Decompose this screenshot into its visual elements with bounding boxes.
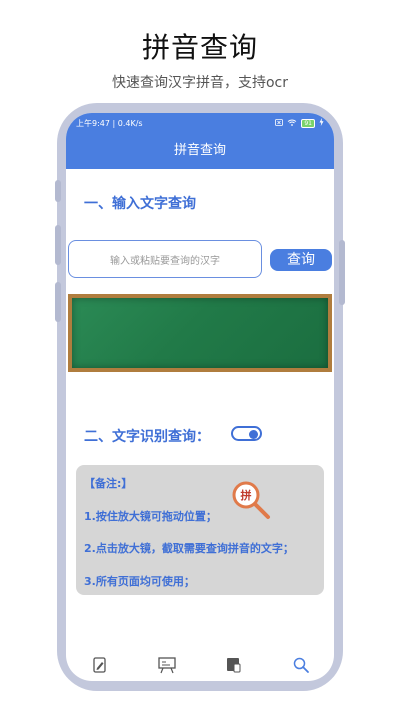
chalkboard-surface <box>72 298 328 368</box>
app-screen: 上午9:47 | 0.4K/s 91 拼音查询 一、输入文字查询 输入或粘贴要查… <box>66 113 334 681</box>
query-button[interactable]: 查询 <box>270 249 332 271</box>
promo-subtitle: 快速查询汉字拼音，支持ocr <box>111 75 289 91</box>
note-item: 3.所有页面均可使用； <box>84 575 195 588</box>
status-time-speed: 上午9:47 | 0.4K/s <box>76 118 143 128</box>
sim-icon <box>275 118 284 128</box>
magnifier-icon[interactable]: 拼 <box>230 479 274 523</box>
magnifier-text: 拼 <box>241 488 252 502</box>
charging-icon <box>319 118 324 128</box>
phone-side-button <box>55 282 61 322</box>
phone-side-button <box>339 240 345 305</box>
note-item: 1.按住放大镜可拖动位置； <box>84 510 217 523</box>
notes-heading: 【备注:】 <box>84 477 133 490</box>
note-item: 2.点击放大镜，截取需要查询拼音的文字； <box>84 542 294 555</box>
phone-side-button <box>55 180 61 202</box>
promo-title: 拼音查询 <box>141 31 258 64</box>
wifi-icon <box>287 119 297 128</box>
book-icon[interactable] <box>223 654 245 676</box>
board-icon[interactable] <box>156 654 178 676</box>
hanzi-input[interactable]: 输入或粘贴要查询的汉字 <box>68 240 262 278</box>
result-chalkboard <box>68 294 332 372</box>
phone-side-button <box>55 225 61 265</box>
toggle-knob <box>249 429 258 439</box>
page-title: 拼音查询 <box>66 133 334 169</box>
battery-icon: 91 <box>301 118 315 128</box>
hanzi-input-placeholder: 输入或粘贴要查询的汉字 <box>110 255 220 267</box>
status-bar: 上午9:47 | 0.4K/s 91 <box>66 113 334 133</box>
search-icon[interactable] <box>290 654 312 676</box>
notes-panel: 【备注:】 1.按住放大镜可拖动位置； 2.点击放大镜，截取需要查询拼音的文字；… <box>76 465 324 595</box>
ocr-toggle[interactable] <box>231 426 262 441</box>
section-ocr-query-label: 二、文字识别查询： <box>84 429 210 445</box>
bottom-nav <box>66 649 334 681</box>
edit-icon[interactable] <box>89 654 111 676</box>
section-text-query-label: 一、输入文字查询 <box>84 196 196 212</box>
